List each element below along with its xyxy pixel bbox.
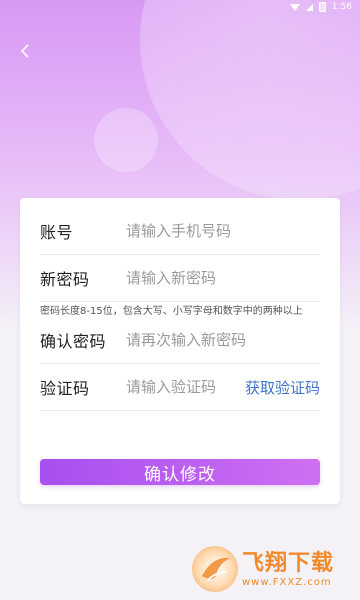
- new-password-row: 新密码: [40, 255, 320, 302]
- status-time: 1:56: [331, 2, 352, 12]
- password-hint: 密码长度8-15位，包含大写、小写字母和数字中的两种以上: [40, 306, 303, 317]
- account-label: 账号: [40, 223, 74, 242]
- watermark-url: www.FXXZ.com: [242, 576, 332, 588]
- new-password-label: 新密码: [40, 270, 90, 289]
- confirm-change-button[interactable]: 确认修改: [40, 459, 320, 485]
- watermark-logo-icon: [192, 546, 238, 592]
- battery-icon: [318, 2, 326, 12]
- new-password-input[interactable]: [126, 269, 320, 287]
- account-row: 账号: [40, 208, 320, 255]
- signal-icon: [305, 3, 313, 11]
- verification-code-input[interactable]: [126, 378, 245, 396]
- back-button[interactable]: [14, 40, 36, 62]
- wifi-icon: [289, 3, 300, 11]
- decorative-circle-small: [94, 108, 158, 172]
- confirm-password-row: 确认密码: [40, 317, 320, 364]
- confirm-password-input[interactable]: [126, 331, 320, 349]
- reset-password-card: 账号 新密码 密码长度8-15位，包含大写、小写字母和数字中的两种以上 确认密码…: [20, 198, 340, 504]
- status-bar: 1:56: [0, 0, 360, 14]
- get-code-button[interactable]: 获取验证码: [245, 377, 320, 398]
- confirm-password-label: 确认密码: [40, 332, 107, 351]
- chevron-left-icon: [20, 44, 29, 58]
- verification-code-row: 验证码 获取验证码: [40, 364, 320, 411]
- watermark: 飞翔下载 www.FXXZ.com: [192, 540, 360, 598]
- decorative-circle-large: [140, 0, 360, 200]
- watermark-name: 飞翔下载: [242, 550, 335, 576]
- account-input[interactable]: [126, 222, 320, 240]
- verification-code-label: 验证码: [40, 379, 90, 398]
